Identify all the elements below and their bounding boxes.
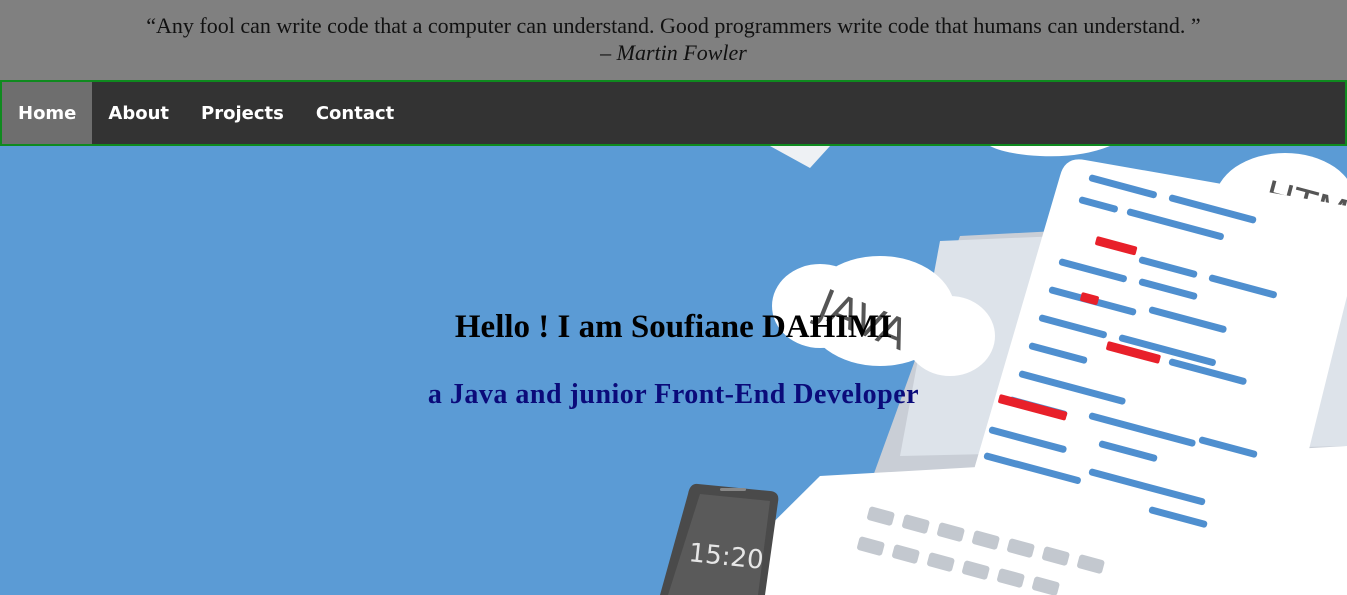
quote-banner: “Any fool can write code that a computer… (0, 0, 1347, 80)
nav-projects-link[interactable]: Projects (185, 82, 300, 144)
quote-text: “Any fool can write code that a computer… (146, 13, 1201, 38)
nav-home-link[interactable]: Home (2, 82, 93, 144)
hero-title: Hello ! I am Soufiane DAHIMI (454, 309, 893, 345)
hero-subtitle: a Java and junior Front-End Developer (427, 379, 920, 410)
hero-section: HTM (0, 146, 1347, 595)
cloud-top-icon (990, 146, 1110, 157)
paper-corner-icon (770, 146, 830, 168)
phone-icon: 15:20 (660, 483, 779, 595)
nav-contact-link[interactable]: Contact (300, 82, 410, 144)
code-document-icon (974, 159, 1347, 542)
nav-about-link[interactable]: About (92, 82, 185, 144)
main-navigation: Home About Projects Contact (0, 80, 1347, 146)
quote-author: – Martin Fowler (600, 40, 747, 65)
hero-illustration: HTM (660, 146, 1347, 595)
